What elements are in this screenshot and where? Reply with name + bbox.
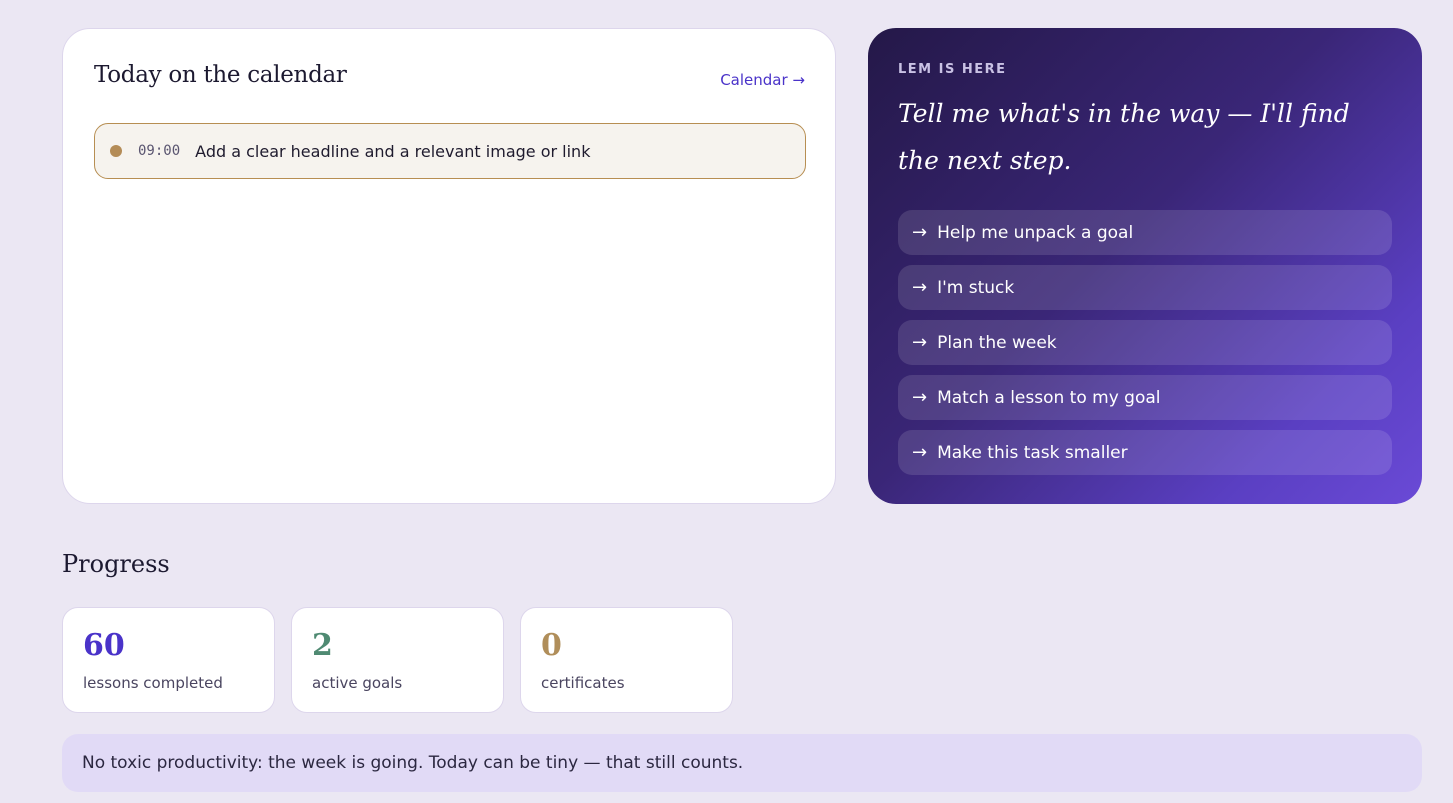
stat-card-certificates: 0 certificates — [520, 607, 733, 713]
arrow-right-icon: → — [912, 222, 928, 243]
calendar-link[interactable]: Calendar → — [720, 71, 805, 89]
stat-value: 0 — [541, 628, 562, 663]
lem-action-match-lesson[interactable]: → Match a lesson to my goal — [898, 375, 1392, 420]
lem-action-label: Make this task smaller — [937, 442, 1128, 463]
lem-action-label: Plan the week — [937, 332, 1057, 353]
lem-assistant-panel: LEM IS HERE Tell me what's in the way — … — [868, 28, 1422, 504]
progress-heading: Progress — [62, 550, 170, 578]
event-status-dot — [110, 145, 122, 157]
stat-label: lessons completed — [83, 674, 223, 692]
lem-action-plan-week[interactable]: → Plan the week — [898, 320, 1392, 365]
arrow-right-icon: → — [912, 332, 928, 353]
arrow-right-icon: → — [912, 387, 928, 408]
lem-action-list: → Help me unpack a goal → I'm stuck → Pl… — [898, 210, 1392, 485]
stat-label: active goals — [312, 674, 403, 692]
lem-action-label: Help me unpack a goal — [937, 222, 1134, 243]
lem-action-stuck[interactable]: → I'm stuck — [898, 265, 1392, 310]
lem-action-label: Match a lesson to my goal — [937, 387, 1161, 408]
encouragement-banner: No toxic productivity: the week is going… — [62, 734, 1422, 792]
stat-value: 2 — [312, 628, 333, 663]
lem-action-smaller-task[interactable]: → Make this task smaller — [898, 430, 1392, 475]
event-time: 09:00 — [138, 143, 181, 159]
calendar-event[interactable]: 09:00 Add a clear headline and a relevan… — [94, 123, 806, 179]
lem-headline: Tell me what's in the way — I'll find th… — [898, 99, 1350, 175]
stat-card-lessons: 60 lessons completed — [62, 607, 275, 713]
stat-card-goals: 2 active goals — [291, 607, 504, 713]
arrow-right-icon: → — [912, 277, 928, 298]
dashboard-page: Today on the calendar Calendar → 09:00 A… — [0, 0, 1453, 803]
stat-label: certificates — [541, 674, 625, 692]
stat-value: 60 — [83, 628, 125, 663]
lem-action-unpack-goal[interactable]: → Help me unpack a goal — [898, 210, 1392, 255]
lem-eyebrow: LEM IS HERE — [898, 62, 1007, 77]
arrow-right-icon: → — [912, 442, 928, 463]
today-calendar-card: Today on the calendar Calendar → 09:00 A… — [62, 28, 836, 504]
calendar-card-title: Today on the calendar — [94, 62, 347, 88]
lem-action-label: I'm stuck — [937, 277, 1015, 298]
event-title: Add a clear headline and a relevant imag… — [195, 141, 591, 161]
